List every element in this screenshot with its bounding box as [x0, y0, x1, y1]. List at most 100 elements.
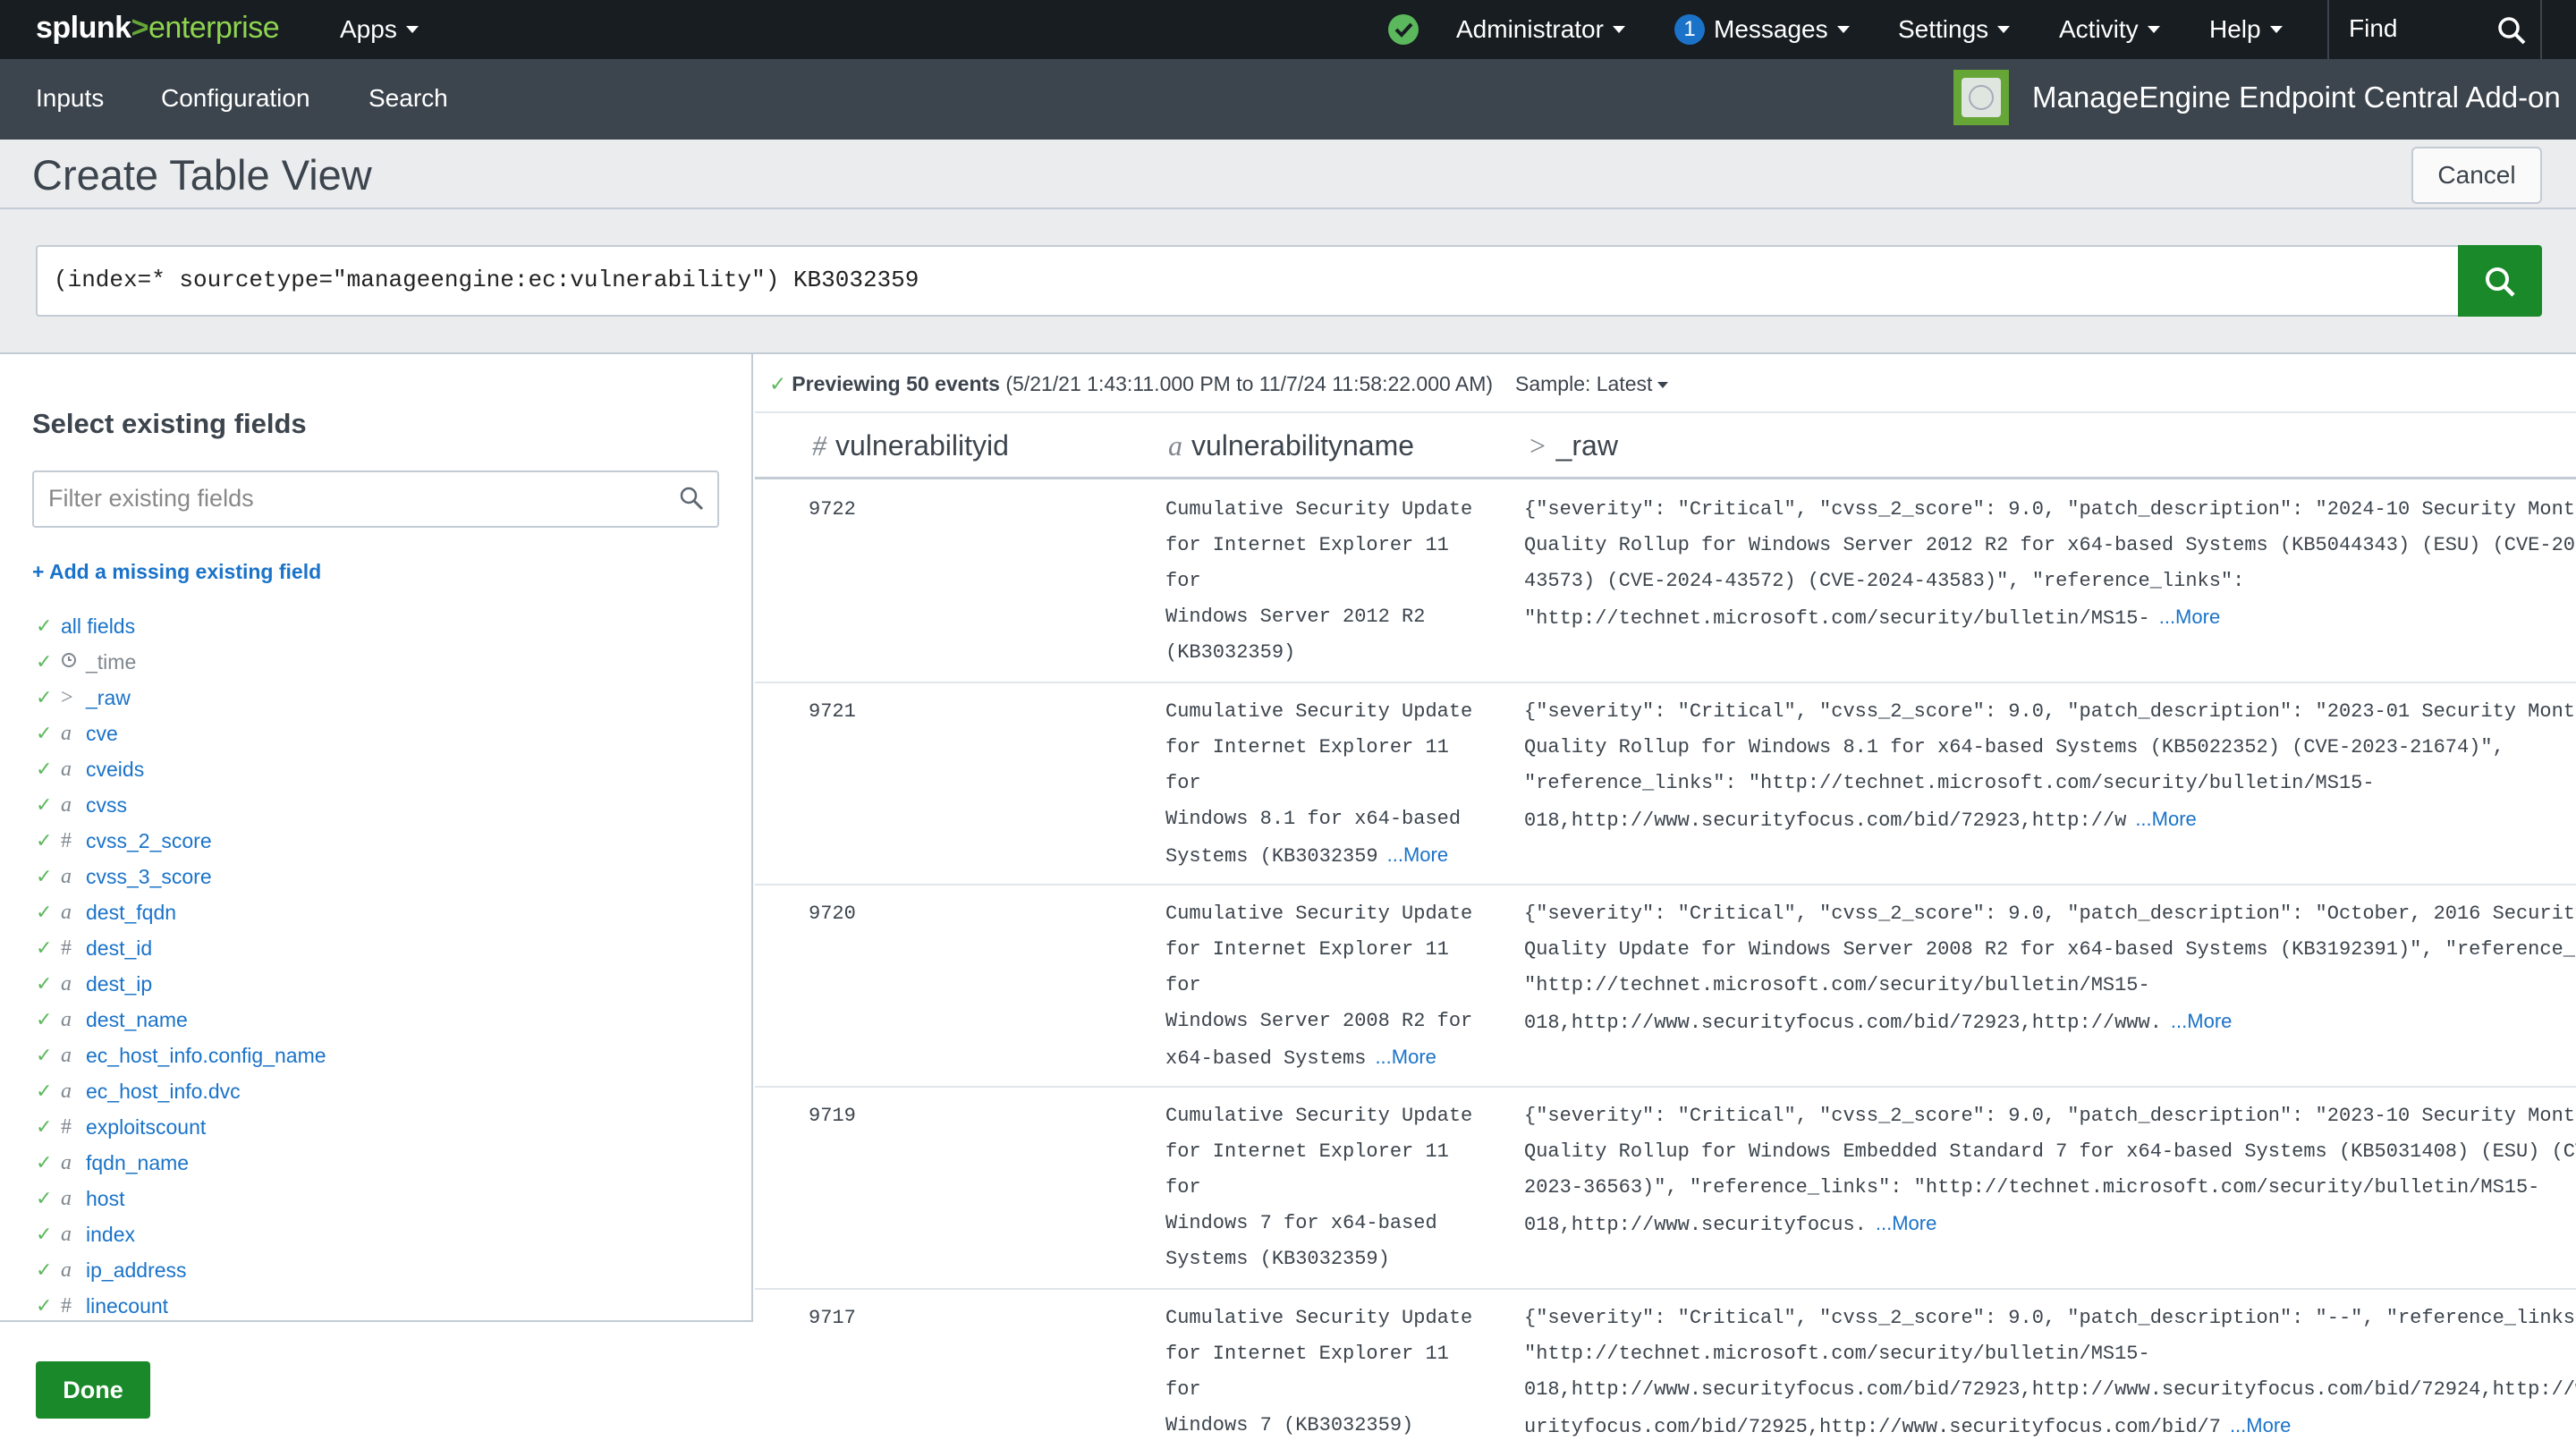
field-item[interactable]: ✓ # cvss_2_score: [36, 823, 733, 859]
field-item[interactable]: ✓ a cvss_3_score: [36, 859, 733, 894]
field-item[interactable]: ✓ a index: [36, 1216, 733, 1252]
splunk-logo[interactable]: splunk>enterprise: [36, 11, 280, 46]
cell-text-line: Cumulative Security Update: [1165, 700, 1473, 723]
field-item[interactable]: ✓ a ip_address: [36, 1252, 733, 1288]
field-name: _raw: [86, 685, 131, 709]
nav-configuration[interactable]: Configuration: [161, 84, 310, 113]
cancel-button[interactable]: Cancel: [2411, 147, 2542, 204]
search-button[interactable]: [2458, 245, 2542, 317]
cell-vulnerabilityname: Cumulative Security Update for Internet E…: [1165, 492, 1487, 671]
field-item[interactable]: ✓ a dest_fqdn: [36, 894, 733, 930]
apps-label: Apps: [340, 15, 397, 43]
more-link[interactable]: ...More: [2159, 606, 2220, 628]
field-item[interactable]: ✓ a dest_name: [36, 1002, 733, 1038]
check-icon: ✓: [36, 686, 53, 708]
field-item[interactable]: ✓ all fields: [36, 608, 733, 644]
column-header-vulnerabilityid[interactable]: # vulnerabilityid: [812, 429, 1009, 462]
settings-menu[interactable]: Settings: [1898, 0, 2011, 59]
search-icon: [2486, 267, 2515, 297]
cell-text-line: {"severity": "Critical", "cvss_2_score":…: [1524, 1307, 2576, 1329]
check-icon: ✓: [36, 758, 53, 780]
field-name: dest_name: [86, 1007, 188, 1031]
cell-text-line: urityfocus.com/bid/72925,http://www.secu…: [1524, 1416, 2221, 1438]
search-icon[interactable]: [2496, 14, 2528, 47]
cell-text-line: Windows 7 (KB3032359): [1165, 1414, 1414, 1436]
more-link[interactable]: ...More: [1375, 1046, 1436, 1068]
page-title: Create Table View: [32, 151, 372, 199]
column-header-vulnerabilityname[interactable]: a vulnerabilityname: [1168, 429, 1414, 462]
field-name: cvss: [86, 792, 127, 817]
more-link[interactable]: ...More: [2230, 1414, 2291, 1436]
number-type-icon: #: [61, 828, 72, 852]
more-link[interactable]: ...More: [2135, 808, 2196, 830]
field-item[interactable]: ✓ a ec_host_info.dvc: [36, 1073, 733, 1109]
cell-text-line: x64-based Systems: [1165, 1047, 1367, 1070]
cell-vulnerabilityid: 9719: [809, 1105, 856, 1127]
field-item[interactable]: ✓ a fqdn_name: [36, 1145, 733, 1181]
cell-text-line: 018,http://www.securityfocus.com/bid/729…: [1524, 1378, 2576, 1401]
cell-vulnerabilityid: 9721: [809, 700, 856, 723]
field-item[interactable]: ✓ a cvss: [36, 787, 733, 823]
logo-chevron: >: [131, 11, 149, 45]
more-link[interactable]: ...More: [1876, 1212, 1936, 1234]
done-button[interactable]: Done: [36, 1361, 150, 1419]
nav-search[interactable]: Search: [369, 84, 448, 113]
check-icon: ✓: [36, 865, 53, 887]
cell-text-line: Cumulative Security Update: [1165, 1307, 1473, 1329]
column-header-raw[interactable]: > _raw: [1528, 429, 1618, 462]
activity-label: Activity: [2059, 15, 2139, 43]
field-name: cvss_2_score: [86, 828, 212, 852]
field-item[interactable]: ✓ _time: [36, 644, 733, 680]
add-missing-field-link[interactable]: + Add a missing existing field: [32, 560, 321, 584]
field-item[interactable]: ✓ a cveids: [36, 751, 733, 787]
cell-raw: {"severity": "Critical", "cvss_2_score":…: [1524, 1098, 2576, 1243]
apps-menu[interactable]: Apps: [340, 0, 419, 59]
field-name: dest_fqdn: [86, 900, 177, 924]
field-item[interactable]: ✓ a cve: [36, 716, 733, 751]
field-name: _time: [86, 649, 137, 674]
top-bar: splunk>enterprise Apps Administrator 1 Me…: [0, 0, 2576, 59]
cell-text-line: Cumulative Security Update: [1165, 498, 1473, 521]
activity-menu[interactable]: Activity: [2059, 0, 2160, 59]
string-type-icon: a: [1168, 429, 1182, 462]
check-icon: ✓: [36, 1258, 53, 1281]
raw-type-icon: >: [1528, 429, 1547, 462]
string-type-icon: a: [61, 900, 72, 924]
string-type-icon: a: [61, 1150, 72, 1174]
cell-text-line: for Internet Explorer 11 for: [1165, 1343, 1449, 1401]
field-item[interactable]: ✓ a host: [36, 1181, 733, 1216]
find-box[interactable]: Find: [2327, 0, 2542, 59]
cell-text-line: Quality Rollup for Windows 8.1 for x64-b…: [1524, 736, 2504, 758]
preview-label: Previewing 50 events: [792, 372, 1000, 395]
help-label: Help: [2209, 15, 2261, 43]
field-item[interactable]: ✓ # linecount: [36, 1288, 733, 1318]
messages-menu[interactable]: 1 Messages: [1674, 0, 1850, 59]
field-list: ✓ all fields ✓ _time ✓ > _raw ✓ a cve ✓ a cveids ✓ a cv…: [36, 608, 733, 1318]
user-menu[interactable]: Administrator: [1456, 0, 1625, 59]
preview-summary: ✓ Previewing 50 events (5/21/21 1:43:11.0…: [769, 372, 1493, 396]
check-icon: ✓: [36, 936, 53, 959]
chevron-down-icon: [1657, 382, 1669, 389]
cell-text-line: {"severity": "Critical", "cvss_2_score":…: [1524, 700, 2576, 723]
string-type-icon: a: [61, 721, 72, 745]
column-header-label: vulnerabilityid: [835, 429, 1009, 462]
field-item[interactable]: ✓ > _raw: [36, 680, 733, 716]
health-status-icon[interactable]: [1388, 14, 1419, 45]
field-item[interactable]: ✓ # exploitscount: [36, 1109, 733, 1145]
check-icon: ✓: [36, 1223, 53, 1245]
field-item[interactable]: ✓ a ec_host_info.config_name: [36, 1038, 733, 1073]
nav-inputs[interactable]: Inputs: [36, 84, 104, 113]
help-menu[interactable]: Help: [2209, 0, 2283, 59]
cell-text-line: for Internet Explorer 11 for: [1165, 534, 1449, 592]
cell-vulnerabilityname: Cumulative Security Update for Internet E…: [1165, 694, 1487, 875]
filter-fields-input[interactable]: Filter existing fields: [32, 470, 719, 528]
field-item[interactable]: ✓ # dest_id: [36, 930, 733, 966]
more-link[interactable]: ...More: [1387, 843, 1448, 866]
field-item[interactable]: ✓ a dest_ip: [36, 966, 733, 1002]
field-name: exploitscount: [86, 1114, 207, 1139]
cell-text-line: 018,http://www.securityfocus.com/bid/729…: [1524, 1012, 2162, 1034]
more-link[interactable]: ...More: [2171, 1010, 2232, 1032]
search-input[interactable]: (index=* sourcetype="manageengine:ec:vul…: [36, 245, 2458, 317]
sample-dropdown[interactable]: Sample: Latest: [1515, 372, 1669, 396]
chevron-down-icon: [1836, 26, 1850, 33]
